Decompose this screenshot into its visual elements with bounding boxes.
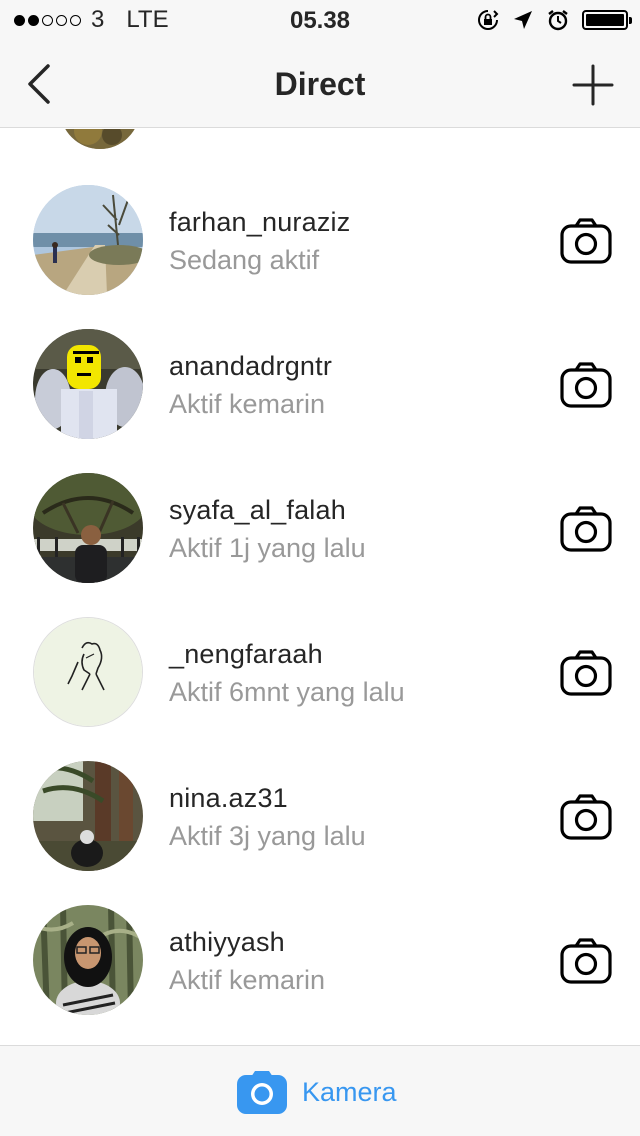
avatar — [33, 185, 143, 295]
activity-status: Aktif kemarin — [169, 389, 326, 419]
camera-label: Kamera — [302, 1076, 397, 1107]
avatar — [33, 761, 143, 871]
status-bar: 3 LTE 05.38 — [0, 0, 640, 40]
activity-status: Sedang aktif — [169, 245, 320, 275]
conversation-list[interactable]: farhan_nuraziz Sedang aktif anandadrgntr… — [0, 129, 640, 1045]
camera-icon[interactable] — [560, 649, 612, 697]
activity-status: Aktif 6mnt yang lalu — [169, 677, 405, 707]
username: athiyyash — [169, 927, 285, 957]
camera-icon[interactable] — [560, 361, 612, 409]
username: farhan_nuraziz — [169, 207, 351, 237]
avatar — [33, 329, 143, 439]
activity-status: Aktif 3j yang lalu — [169, 821, 366, 851]
battery-icon — [582, 10, 632, 30]
activity-status: Aktif kemarin — [169, 965, 326, 995]
avatar — [33, 617, 143, 727]
list-item[interactable]: farhan_nuraziz Sedang aktif — [0, 185, 640, 329]
alarm-icon — [548, 10, 568, 31]
username: syafa_al_falah — [169, 495, 346, 525]
status-icons — [476, 8, 632, 32]
camera-icon[interactable] — [560, 505, 612, 553]
location-arrow-icon — [514, 11, 532, 29]
list-item[interactable]: _nengfaraah Aktif 6mnt yang lalu — [0, 617, 640, 761]
username: nina.az31 — [169, 783, 288, 813]
list-item[interactable]: syafa_al_falah Aktif 1j yang lalu — [0, 473, 640, 617]
camera-button[interactable]: Kamera — [236, 1068, 397, 1116]
username: anandadrgntr — [169, 351, 333, 381]
partial-avatar — [60, 129, 140, 149]
page-title: Direct — [274, 66, 366, 102]
camera-icon[interactable] — [560, 793, 612, 841]
username: _nengfaraah — [169, 639, 323, 669]
list-item[interactable]: anandadrgntr Aktif kemarin — [0, 329, 640, 473]
list-item[interactable]: athiyyash Aktif kemarin — [0, 905, 640, 1045]
avatar — [33, 905, 143, 1015]
activity-status: Aktif 1j yang lalu — [169, 533, 366, 563]
camera-icon[interactable] — [560, 217, 612, 265]
plus-icon[interactable] — [572, 64, 614, 106]
list-item[interactable]: nina.az31 Aktif 3j yang lalu — [0, 761, 640, 905]
bottom-bar: Kamera — [0, 1045, 640, 1136]
nav-bar: Direct — [0, 40, 640, 128]
orientation-lock-icon — [478, 10, 499, 30]
camera-icon — [237, 1071, 287, 1114]
avatar — [33, 473, 143, 583]
camera-icon[interactable] — [560, 937, 612, 985]
chevron-left-icon[interactable] — [20, 62, 60, 106]
